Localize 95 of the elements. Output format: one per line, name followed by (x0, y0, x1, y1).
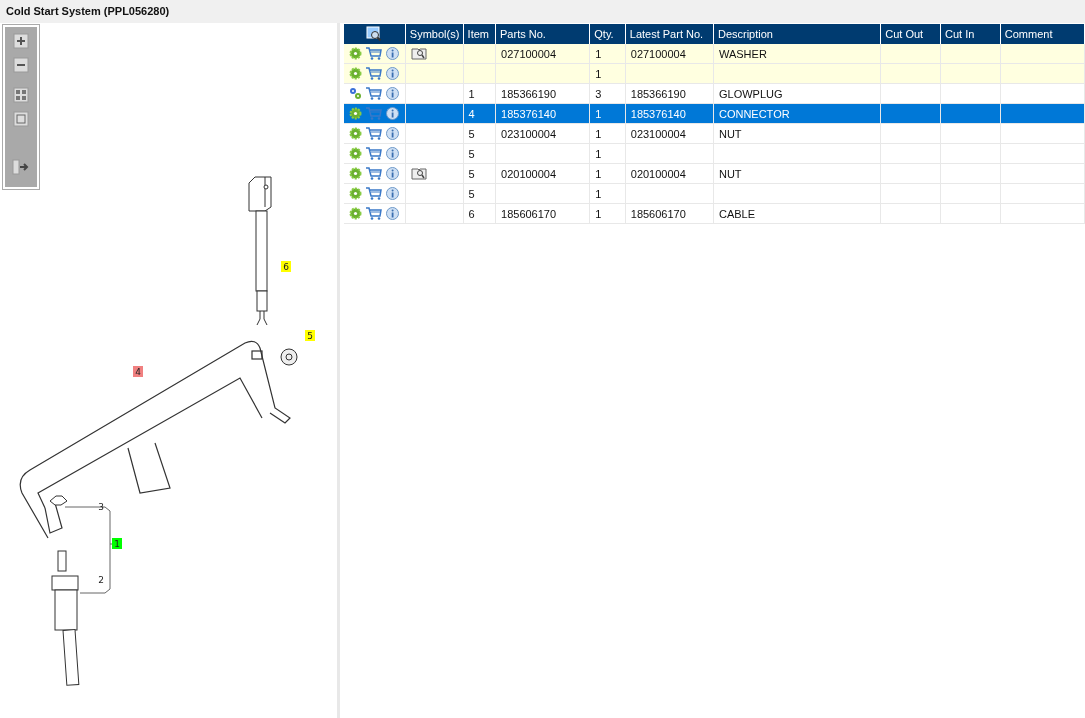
info-icon[interactable] (386, 87, 399, 100)
export-button[interactable] (11, 159, 31, 177)
table-cell: 1 (595, 47, 602, 60)
callout-label[interactable]: 6 (283, 262, 289, 272)
callout-label[interactable]: 4 (135, 367, 141, 377)
column-header[interactable]: Item (463, 24, 496, 44)
cart-icon[interactable] (366, 147, 382, 160)
gear-icon[interactable] (349, 147, 362, 160)
table-row[interactable]: 027100004 1 027100004 WASHER (344, 44, 1085, 64)
table-row[interactable]: 6 185606170 1 185606170 CABLE (344, 203, 1085, 224)
table-cell: 6 (468, 207, 475, 220)
gears-icon[interactable] (349, 87, 362, 100)
callout-label[interactable]: 2 (98, 575, 104, 585)
column-header[interactable]: Symbol(s) (405, 24, 464, 44)
nut-drawing (280, 348, 298, 366)
table-cell: 185606170 (630, 207, 686, 220)
book-icon[interactable] (410, 167, 427, 181)
table-cell: 1 (595, 127, 602, 140)
column-header[interactable]: Cut In (940, 24, 1001, 44)
table-cell: NUT (718, 167, 742, 180)
callout-label[interactable]: 5 (307, 331, 313, 341)
table-row[interactable]: 5 023100004 1 023100004 NUT (344, 123, 1085, 144)
cart-icon[interactable] (366, 127, 382, 140)
info-icon[interactable] (386, 147, 399, 160)
table-cell: 185376140 (501, 107, 557, 120)
table-cell: 023100004 (501, 127, 557, 140)
table-cell: 185606170 (501, 207, 557, 220)
table-cell: 1 (595, 207, 602, 220)
table-cell: 020100004 (501, 167, 557, 180)
window-title: Cold Start System (PPL056280) (0, 0, 1085, 23)
table-cell: 185376140 (630, 107, 686, 120)
zoom-in-button[interactable] (11, 33, 31, 51)
gear-icon[interactable] (349, 107, 362, 120)
book-icon[interactable] (410, 47, 427, 61)
gear-icon[interactable] (349, 207, 362, 220)
gear-icon[interactable] (349, 127, 362, 140)
zoom-out-button[interactable] (11, 57, 31, 75)
cart-icon[interactable] (366, 167, 382, 180)
table-row[interactable]: 5 020100004 1 020100004 NUT (344, 163, 1085, 184)
column-header[interactable]: Description (713, 24, 881, 44)
table-cell: 027100004 (501, 47, 557, 60)
callout-label[interactable]: 1 (114, 539, 120, 549)
table-cell: GLOWPLUG (718, 87, 783, 100)
cart-icon[interactable] (366, 87, 382, 100)
column-header[interactable]: Qty. (589, 24, 626, 44)
column-header[interactable]: Comment (1000, 24, 1085, 44)
table-cell: 1 (595, 187, 602, 200)
table-cell: CABLE (718, 207, 756, 220)
gear-icon[interactable] (349, 187, 362, 200)
table-cell: WASHER (718, 47, 767, 60)
cart-icon[interactable] (366, 187, 382, 200)
table-cell: CONNECTOR (718, 107, 790, 120)
table-cell: 1 (468, 87, 475, 100)
table-cell: 185366190 (501, 87, 557, 100)
info-icon[interactable] (386, 47, 399, 60)
table-cell: 1 (595, 167, 602, 180)
info-icon[interactable] (386, 127, 399, 140)
cart-icon[interactable] (366, 67, 382, 80)
table-cell: 5 (468, 127, 475, 140)
column-header[interactable]: Parts No. (495, 24, 590, 44)
table-cell: 3 (595, 87, 602, 100)
table-cell: 5 (468, 167, 475, 180)
table-cell: 027100004 (630, 47, 686, 60)
table-cell: NUT (718, 127, 742, 140)
info-icon[interactable] (386, 187, 399, 200)
table-row[interactable]: 5 1 (344, 143, 1085, 164)
table-cell: 1 (595, 107, 602, 120)
info-icon[interactable] (386, 207, 399, 220)
gear-icon[interactable] (349, 167, 362, 180)
cart-icon[interactable] (366, 47, 382, 60)
table-cell: 1 (595, 67, 602, 80)
table-row[interactable]: 4 185376140 1 185376140 CONNECTOR (344, 103, 1085, 124)
info-icon[interactable] (386, 167, 399, 180)
fit-view-button[interactable] (11, 87, 31, 105)
column-header[interactable]: Latest Part No. (625, 24, 714, 44)
info-icon[interactable] (386, 107, 399, 120)
column-header[interactable]: Cut Out (880, 24, 941, 44)
table-cell: 4 (468, 107, 475, 120)
cart-icon[interactable] (366, 207, 382, 220)
table-cell: 020100004 (630, 167, 686, 180)
table-row[interactable]: 1 (344, 63, 1085, 84)
callout-label[interactable]: 3 (98, 502, 104, 512)
gear-icon[interactable] (349, 67, 362, 80)
flange-nut-drawing (49, 495, 68, 506)
table-cell: 1 (595, 147, 602, 160)
table-cell: 023100004 (630, 127, 686, 140)
gear-icon[interactable] (349, 47, 362, 60)
table-cell: 5 (468, 187, 475, 200)
table-row[interactable]: 1 185366190 3 185366190 GLOWPLUG (344, 83, 1085, 104)
table-cell: 185366190 (630, 87, 686, 100)
table-cell: 5 (468, 147, 475, 160)
search-header[interactable] (344, 24, 406, 44)
info-icon[interactable] (386, 67, 399, 80)
search-icon (366, 25, 383, 41)
table-row[interactable]: 5 1 (344, 183, 1085, 204)
